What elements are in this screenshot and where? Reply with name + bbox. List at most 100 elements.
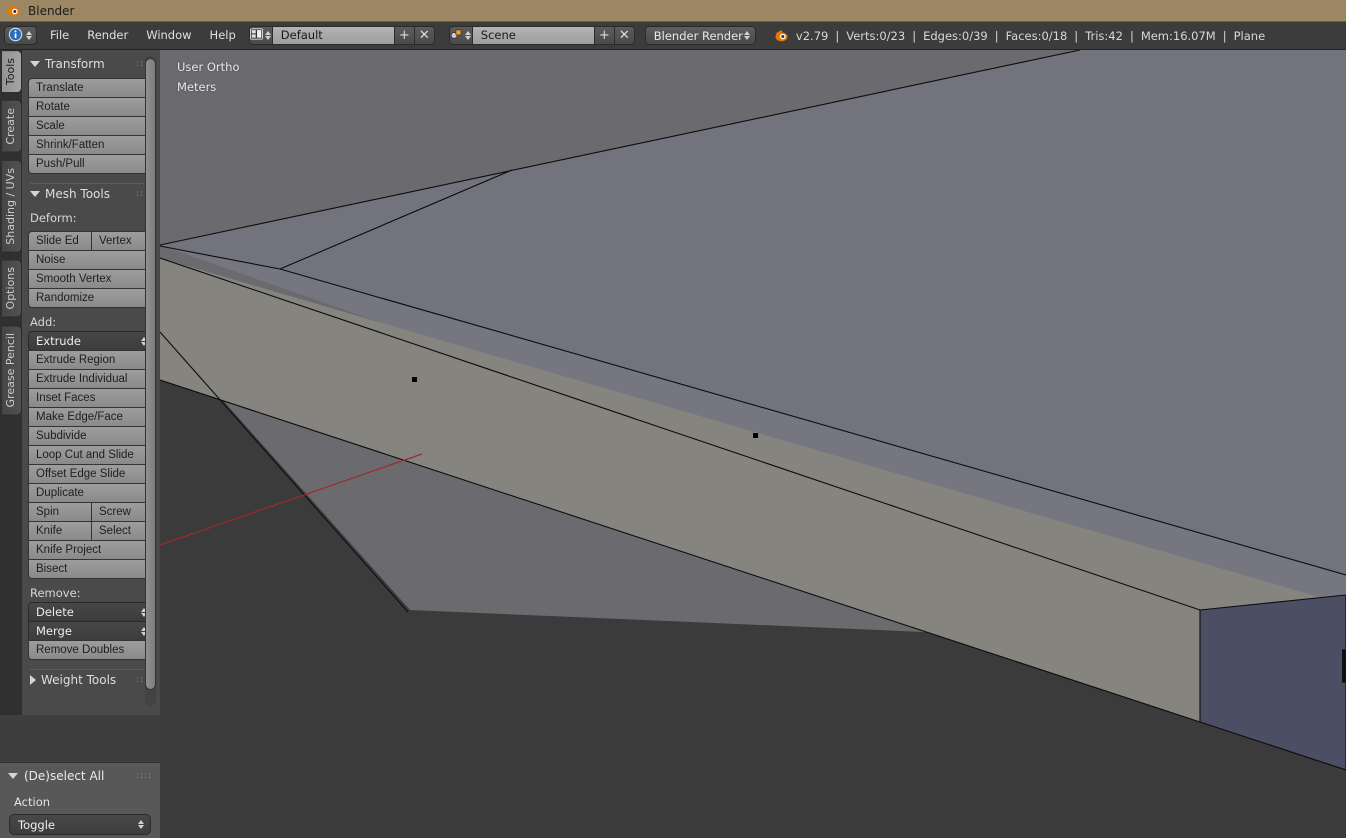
dropdown-merge[interactable]: Merge (28, 621, 154, 641)
tab-create[interactable]: Create (2, 100, 22, 153)
blender-logo-icon (774, 28, 789, 43)
button-spin[interactable]: Spin (28, 502, 91, 522)
screen-layout-icon-button[interactable] (248, 26, 273, 45)
editor-type-selector[interactable] (4, 26, 37, 45)
status-sep: | (1074, 28, 1079, 43)
button-slide-edge[interactable]: Slide Ed (28, 231, 91, 251)
panel-title-weight-tools: Weight Tools (41, 673, 117, 687)
viewport-view-label: User Ortho (177, 60, 240, 74)
scrollbar-thumb[interactable] (145, 58, 156, 690)
label-remove: Remove: (30, 586, 81, 600)
status-verts: Verts:0/23 (846, 28, 906, 43)
button-remove-doubles[interactable]: Remove Doubles (28, 640, 154, 660)
window-titlebar: Blender (0, 0, 1346, 22)
tab-grease-pencil[interactable]: Grease Pencil (2, 324, 22, 416)
scene-name[interactable]: Scene (472, 26, 595, 45)
button-subdivide[interactable]: Subdivide (28, 426, 154, 446)
button-push-pull[interactable]: Push/Pull (28, 154, 154, 174)
button-randomize[interactable]: Randomize (28, 288, 154, 308)
panel-header-mesh-tools[interactable]: Mesh Tools :::: (22, 184, 160, 204)
chevron-updown-icon (265, 28, 272, 43)
label-add: Add: (30, 315, 57, 329)
button-offset-edge-slide[interactable]: Offset Edge Slide (28, 464, 154, 484)
menu-window[interactable]: Window (137, 26, 200, 45)
button-loop-cut-and-slide[interactable]: Loop Cut and Slide (28, 445, 154, 465)
chevron-updown-icon (743, 28, 751, 43)
transform-button-stack: Translate Rotate Scale Shrink/Fatten Pus… (28, 78, 154, 174)
button-extrude-region[interactable]: Extrude Region (28, 350, 154, 370)
button-knife-project[interactable]: Knife Project (28, 540, 154, 560)
chevron-updown-icon (25, 28, 33, 43)
scene-selector: Scene + ✕ (448, 26, 635, 45)
button-translate[interactable]: Translate (28, 78, 154, 98)
panel-title-transform: Transform (45, 57, 105, 71)
status-sep: | (1129, 28, 1134, 43)
screen-layout-icon (249, 28, 263, 43)
dropdown-delete[interactable]: Delete (28, 602, 154, 622)
button-shrink-fatten[interactable]: Shrink/Fatten (28, 135, 154, 155)
screen-layout-selector: Default + ✕ (248, 26, 435, 45)
scene-icon-button[interactable] (448, 26, 473, 45)
grip-icon: :::: (135, 771, 152, 781)
chevron-updown-icon (137, 817, 145, 832)
chevron-updown-icon (465, 28, 472, 43)
button-rotate[interactable]: Rotate (28, 97, 154, 117)
info-editor-icon (8, 27, 23, 45)
add-scene-button[interactable]: + (594, 26, 615, 45)
operator-panel-header[interactable]: (De)select All :::: (0, 763, 160, 787)
panel-title-mesh-tools: Mesh Tools (45, 187, 110, 201)
status-sep: | (1222, 28, 1227, 43)
status-sep: | (912, 28, 917, 43)
main-header: File Render Window Help Default + ✕ Scen… (0, 22, 1346, 50)
status-faces: Faces:0/18 (1005, 28, 1068, 43)
delete-scene-button[interactable]: ✕ (614, 26, 635, 45)
blender-logo-icon (6, 3, 21, 18)
button-inset-faces[interactable]: Inset Faces (28, 388, 154, 408)
deform-button-stack: Slide Ed Vertex Noise Smooth Vertex Rand… (28, 231, 154, 308)
button-knife[interactable]: Knife (28, 521, 91, 541)
status-mem: Mem:16.07M (1140, 28, 1216, 43)
button-noise[interactable]: Noise (28, 250, 154, 270)
dropdown-extrude[interactable]: Extrude (28, 331, 154, 351)
tool-panel: Transform :::: Translate Rotate Scale Sh… (22, 50, 160, 715)
status-version: v2.79 (795, 28, 829, 43)
add-screen-layout-button[interactable]: + (394, 26, 415, 45)
tool-panel-scrollbar[interactable] (145, 56, 156, 706)
status-edges: Edges:0/39 (923, 28, 988, 43)
triangle-down-icon (30, 61, 40, 67)
scene-icon (450, 28, 463, 43)
button-extrude-individual[interactable]: Extrude Individual (28, 369, 154, 389)
panel-header-transform[interactable]: Transform :::: (22, 54, 160, 74)
tab-tools[interactable]: Tools (2, 50, 22, 94)
button-scale[interactable]: Scale (28, 116, 154, 136)
operator-action-dropdown[interactable]: Toggle (9, 814, 151, 835)
menu-file[interactable]: File (41, 26, 78, 45)
3d-cursor-icon (1143, 272, 1346, 683)
status-sep: | (835, 28, 840, 43)
button-duplicate[interactable]: Duplicate (28, 483, 154, 503)
dropdown-delete-label: Delete (36, 605, 74, 619)
status-sep: | (994, 28, 999, 43)
panel-header-weight-tools[interactable]: Weight Tools :::: (22, 670, 160, 690)
blender-window: Blender File Render Window Help Default … (0, 0, 1346, 838)
tool-region: Tools Create Shading / UVs Options Greas… (0, 50, 160, 838)
menu-help[interactable]: Help (201, 26, 245, 45)
button-bisect[interactable]: Bisect (28, 559, 154, 579)
button-make-edge-face[interactable]: Make Edge/Face (28, 407, 154, 427)
mesh-vertex (412, 377, 417, 382)
triangle-right-icon (30, 675, 36, 685)
tab-shading-uvs[interactable]: Shading / UVs (2, 159, 22, 253)
button-smooth-vertex[interactable]: Smooth Vertex (28, 269, 154, 289)
mesh-vertex (753, 433, 758, 438)
tab-options[interactable]: Options (2, 259, 22, 318)
window-title: Blender (28, 3, 75, 18)
3d-viewport[interactable]: User Ortho Meters (160, 50, 1346, 838)
remove-button-stack: Remove Doubles (28, 640, 154, 660)
triangle-down-icon (8, 773, 18, 779)
operator-panel-title: (De)select All (24, 769, 105, 783)
operator-action-value: Toggle (18, 817, 55, 832)
delete-screen-layout-button[interactable]: ✕ (414, 26, 435, 45)
screen-layout-name[interactable]: Default (272, 26, 395, 45)
menu-render[interactable]: Render (78, 26, 137, 45)
render-engine-selector[interactable]: Blender Render (644, 26, 756, 45)
